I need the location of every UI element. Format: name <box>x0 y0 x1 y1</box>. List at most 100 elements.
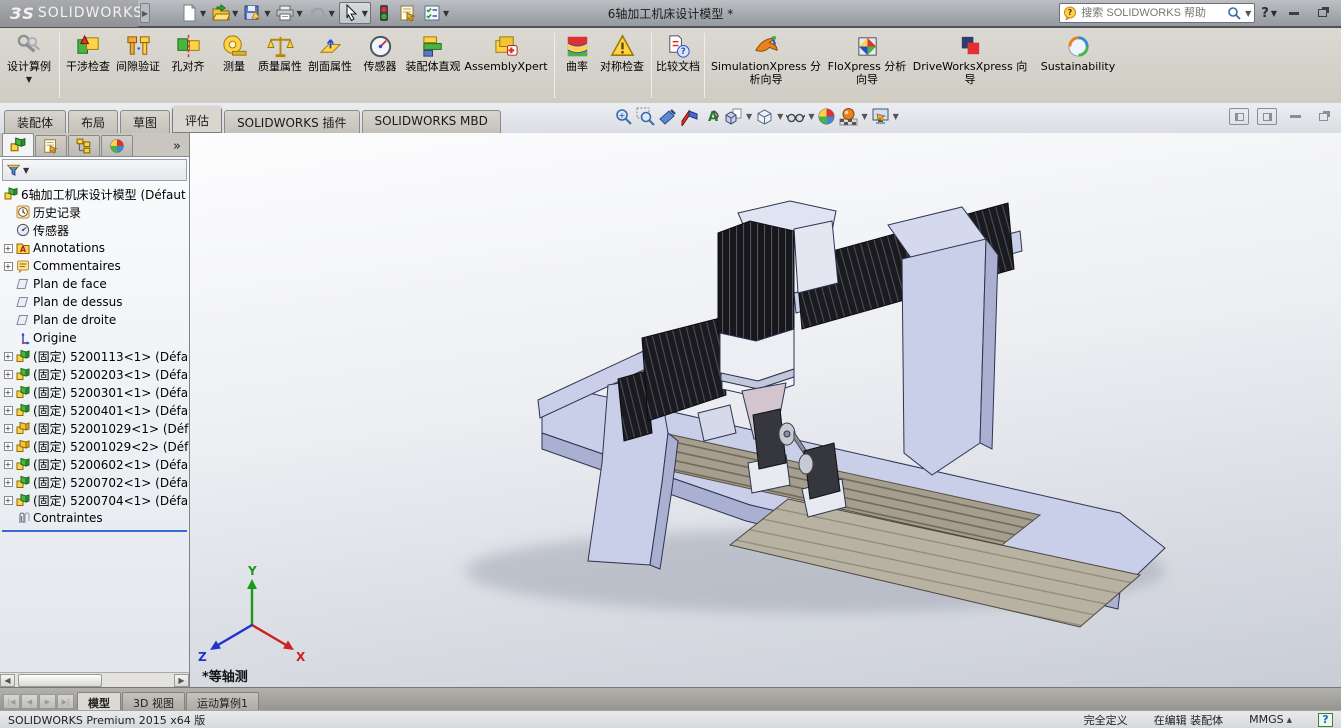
tab-solidworks-mbd[interactable]: SOLIDWORKS MBD <box>362 110 501 133</box>
dropdown-arrow-icon[interactable]: ▼ <box>200 9 206 18</box>
curvature-button[interactable]: 曲率 <box>558 30 596 101</box>
rollback-bar[interactable] <box>2 530 187 532</box>
minimize-button[interactable] <box>1283 5 1305 21</box>
graphics-viewport[interactable]: Y X Z *等轴测 <box>190 133 1341 687</box>
hide-show-items-icon[interactable] <box>786 107 805 126</box>
feature-manager-tab[interactable] <box>2 133 34 156</box>
machine-model[interactable]: Y X Z <box>190 133 1341 687</box>
tree-item-comments[interactable]: +Commentaires <box>0 257 189 275</box>
dropdown-arrow-icon[interactable]: ▼ <box>861 112 867 121</box>
options-button[interactable]: ▼ <box>421 3 451 23</box>
expand-icon[interactable]: + <box>4 352 13 361</box>
tree-item-component[interactable]: +(固定) 5200704<1> (Défa <box>0 491 189 509</box>
tree-item-annotations[interactable]: +Annotations <box>0 239 189 257</box>
previous-view-icon[interactable] <box>658 107 677 126</box>
tree-item-top-plane[interactable]: Plan de dessus <box>0 293 189 311</box>
expand-icon[interactable]: + <box>4 496 13 505</box>
display-manager-tab[interactable] <box>101 135 133 156</box>
expand-icon[interactable]: + <box>4 424 13 433</box>
scrollbar-thumb[interactable] <box>18 674 102 687</box>
magnifier-icon[interactable] <box>1227 6 1241 20</box>
menu-expand-arrow[interactable]: ▶ <box>140 3 150 23</box>
search-input[interactable] <box>1081 7 1223 19</box>
driveworksxpress-button[interactable]: DriveWorksXpress 向导 <box>910 30 1030 101</box>
assembly-visualization-button[interactable]: 装配体直观 <box>405 30 461 101</box>
symmetry-check-button[interactable]: 对称检查 <box>596 30 648 101</box>
doc-minimize-button[interactable] <box>1285 108 1305 125</box>
undo-button[interactable]: ▼ <box>307 3 337 23</box>
tree-item-component[interactable]: +(固定) 5200602<1> (Défa <box>0 455 189 473</box>
save-button[interactable]: ▼ <box>242 3 272 23</box>
property-manager-tab[interactable] <box>35 135 67 156</box>
display-style-icon[interactable] <box>755 107 774 126</box>
restore-button[interactable] <box>1311 5 1333 21</box>
tree-filter[interactable]: ▼ <box>2 159 187 181</box>
tree-item-sensors[interactable]: 传感器 <box>0 221 189 239</box>
tab-evaluate[interactable]: 评估 <box>172 107 222 133</box>
compare-documents-button[interactable]: 比较文档 <box>655 30 701 101</box>
unit-system-selector[interactable]: MMGS ▲ <box>1249 713 1292 726</box>
first-tab-button[interactable]: |◀ <box>3 694 20 709</box>
cnc-machine[interactable] <box>538 201 1165 627</box>
motion-study-tab[interactable]: 运动算例1 <box>186 692 259 710</box>
doc-restore-button[interactable] <box>1313 108 1333 125</box>
tree-item-right-plane[interactable]: Plan de droite <box>0 311 189 329</box>
tree-item-component[interactable]: +(固定) 5200301<1> (Défa <box>0 383 189 401</box>
expand-icon[interactable]: + <box>4 406 13 415</box>
tree-item-component[interactable]: +(固定) 5200401<1> (Défa <box>0 401 189 419</box>
expand-icon[interactable]: + <box>4 478 13 487</box>
help-button[interactable]: ?▼ <box>1261 6 1277 21</box>
search-dropdown-arrow[interactable]: ▼ <box>1245 9 1251 18</box>
dropdown-arrow-icon[interactable]: ▼ <box>296 9 302 18</box>
view-orientation-icon[interactable] <box>724 107 743 126</box>
expand-icon[interactable]: + <box>4 460 13 469</box>
floxpress-button[interactable]: FloXpress 分析向导 <box>824 30 910 101</box>
configuration-manager-tab[interactable] <box>68 135 100 156</box>
interference-check-button[interactable]: 干涉检查 <box>63 30 113 101</box>
apply-scene-icon[interactable] <box>839 107 858 126</box>
assembly-xpert-button[interactable]: AssemblyXpert <box>461 30 551 101</box>
collapse-pane-left-button[interactable] <box>1229 108 1249 125</box>
measure-button[interactable]: 测量 <box>213 30 255 101</box>
print-button[interactable]: ▼ <box>274 3 304 23</box>
tab-layout[interactable]: 布局 <box>68 110 118 133</box>
status-help-icon[interactable]: ? <box>1318 713 1333 727</box>
dropdown-arrow-icon[interactable]: ▼ <box>443 9 449 18</box>
expand-icon[interactable]: + <box>4 370 13 379</box>
annotation-view-icon[interactable] <box>702 107 721 126</box>
new-document-button[interactable]: ▼ <box>178 3 208 23</box>
tree-item-component[interactable]: +(固定) 5200113<1> (Défa <box>0 347 189 365</box>
tree-item-history[interactable]: 历史记录 <box>0 203 189 221</box>
tree-horizontal-scrollbar[interactable]: ◀ ▶ <box>0 672 189 687</box>
tree-item-component[interactable]: +(固定) 5200203<1> (Défa <box>0 365 189 383</box>
expand-icon[interactable]: + <box>4 262 13 271</box>
collapse-pane-right-button[interactable] <box>1257 108 1277 125</box>
tree-item-component[interactable]: +(固定) 52001029<2> (Déf <box>0 437 189 455</box>
tab-assembly[interactable]: 装配体 <box>4 110 66 133</box>
scroll-right-arrow[interactable]: ▶ <box>174 674 189 687</box>
tree-item-front-plane[interactable]: Plan de face <box>0 275 189 293</box>
dropdown-arrow-icon[interactable]: ▼ <box>893 112 899 121</box>
mass-properties-button[interactable]: 质量属性 <box>255 30 305 101</box>
search-box[interactable]: ▼ <box>1059 3 1255 23</box>
sensor-button[interactable]: 传感器 <box>355 30 405 101</box>
tree-item-root[interactable]: 6轴加工机床设计模型 (Défaut <box>0 185 189 203</box>
prev-tab-button[interactable]: ◀ <box>21 694 38 709</box>
tree-item-component[interactable]: +(固定) 52001029<1> (Déf <box>0 419 189 437</box>
hole-alignment-button[interactable]: 孔对齐 <box>163 30 213 101</box>
filter-dropdown-arrow[interactable]: ▼ <box>23 166 29 175</box>
simulationxpress-button[interactable]: SimulationXpress 分析向导 <box>708 30 824 101</box>
zoom-to-fit-icon[interactable] <box>614 107 633 126</box>
dropdown-arrow-icon[interactable]: ▼ <box>264 9 270 18</box>
model-tab[interactable]: 模型 <box>77 692 121 710</box>
rebuild-button[interactable] <box>373 3 395 23</box>
tree-item-component[interactable]: +(固定) 5200702<1> (Défa <box>0 473 189 491</box>
select-tool-button[interactable]: ▼ <box>339 2 371 24</box>
expand-icon[interactable]: + <box>4 244 13 253</box>
file-properties-button[interactable] <box>397 3 419 23</box>
last-tab-button[interactable]: ▶| <box>57 694 74 709</box>
dropdown-arrow-icon[interactable]: ▼ <box>232 9 238 18</box>
unit-spin-arrow[interactable]: ▲ <box>1287 716 1292 724</box>
open-button[interactable]: ▼ <box>210 3 240 23</box>
3d-views-tab[interactable]: 3D 视图 <box>122 692 185 710</box>
